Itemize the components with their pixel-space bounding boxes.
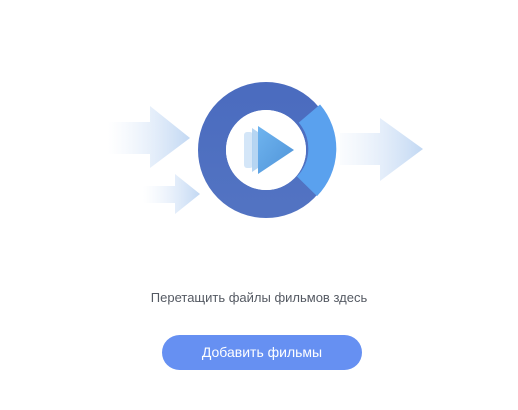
incoming-arrow-bottom-icon (143, 174, 200, 214)
add-movies-button[interactable]: Добавить фильмы (162, 335, 362, 370)
outgoing-arrow-icon (340, 118, 423, 181)
video-import-icon (108, 82, 423, 218)
drop-hint-text: Перетащить файлы фильмов здесь (150, 290, 368, 305)
incoming-arrow-top-icon (108, 106, 190, 168)
drop-zone[interactable]: Перетащить файлы фильмов здесь Добавить … (0, 0, 518, 410)
